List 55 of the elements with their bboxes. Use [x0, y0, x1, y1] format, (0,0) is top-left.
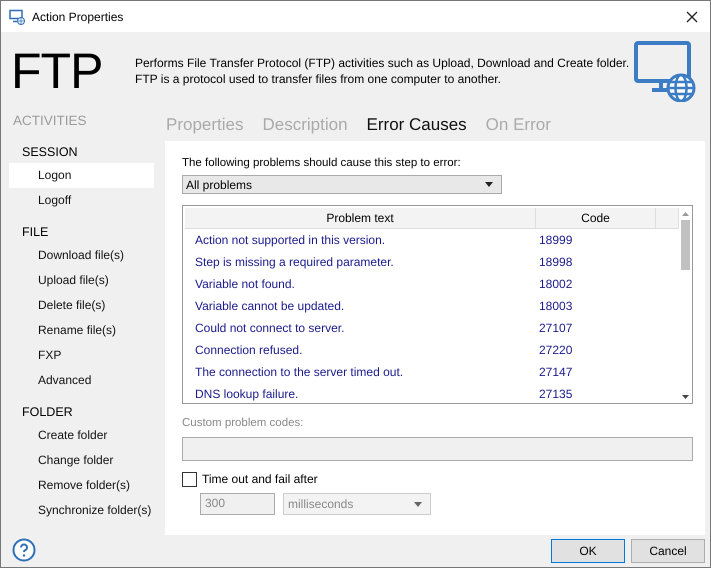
sidebar-item[interactable]: Synchronize folder(s): [9, 498, 154, 523]
checkbox-label: Time out and fail after: [202, 472, 318, 486]
group-label: FILE: [21, 224, 50, 241]
custom-codes-label: Custom problem codes:: [182, 417, 304, 431]
sidebar-item[interactable]: Rename file(s): [9, 318, 154, 343]
window-title: Action Properties: [32, 10, 124, 24]
description-text: FTP is a protocol used to transfer files from one computer to another.: [135, 70, 502, 86]
table-cell-text: Step is missing a required parameter.: [194, 255, 395, 269]
column-header[interactable]: Code: [536, 208, 656, 228]
sidebar-item[interactable]: Logoff: [9, 188, 154, 213]
table-cell-text: Variable cannot be updated.: [194, 299, 346, 313]
problems-dropdown[interactable]: All problems: [182, 175, 502, 194]
table-cell-text: 18003: [538, 299, 574, 313]
sidebar-item[interactable]: Download file(s): [9, 243, 154, 268]
checkbox[interactable]: [182, 472, 197, 486]
table-cell-text: 27147: [538, 365, 574, 379]
tab[interactable]: Error Causes: [366, 115, 467, 135]
sidebar-item[interactable]: Change folder: [9, 448, 154, 473]
help-icon[interactable]: [12, 538, 36, 562]
caret-icon: [485, 182, 493, 187]
computer-globe-icon: [634, 40, 696, 102]
action-title: FTP: [11, 42, 104, 100]
sidebar-item[interactable]: Advanced: [9, 368, 154, 393]
table-cell-text: 27135: [538, 387, 574, 401]
scrollbar-thumb[interactable]: [681, 220, 690, 270]
table-cell-text: 18999: [538, 233, 574, 247]
sidebar-item[interactable]: Delete file(s): [9, 293, 154, 318]
table-cell-text: Could not connect to server.: [194, 321, 346, 335]
dialog-button[interactable]: OK: [551, 539, 625, 563]
sidebar-item[interactable]: Logon: [9, 163, 154, 188]
sidebar-item[interactable]: Create folder: [9, 423, 154, 448]
description-text: Performs File Transfer Protocol (FTP) activities such as Upload, Download and Create folder.: [135, 54, 630, 70]
prompt-label: The following problems should cause this step to error:: [182, 157, 462, 171]
table-cell-text: DNS lookup failure.: [194, 387, 300, 401]
table-cell-text: Connection refused.: [194, 343, 304, 357]
table-cell-text: Variable not found.: [194, 277, 296, 291]
table-cell-text: 18998: [538, 255, 574, 269]
sidebar-heading: ACTIVITIES: [12, 112, 88, 130]
table-cell-text: 27107: [538, 321, 574, 335]
dialog-button[interactable]: Cancel: [631, 539, 705, 563]
computer-globe-icon: [9, 8, 25, 24]
sidebar-item[interactable]: Remove folder(s): [9, 473, 154, 498]
group-label: FOLDER: [21, 404, 74, 421]
table-cell-text: 18002: [538, 277, 574, 291]
table-cell-text: 27220: [538, 343, 574, 357]
sidebar-item[interactable]: FXP: [9, 343, 154, 368]
scroll-down-icon[interactable]: [682, 395, 689, 399]
group-label: SESSION: [21, 144, 79, 161]
table-cell-text: Action not supported in this version.: [194, 233, 386, 247]
column-header[interactable]: Problem text: [185, 208, 536, 228]
sidebar-item[interactable]: Upload file(s): [9, 268, 154, 293]
table-cell-text: The connection to the server timed out.: [194, 365, 404, 379]
caret-icon: [414, 502, 422, 506]
close-icon[interactable]: [686, 10, 698, 22]
scroll-up-icon[interactable]: [682, 212, 689, 216]
